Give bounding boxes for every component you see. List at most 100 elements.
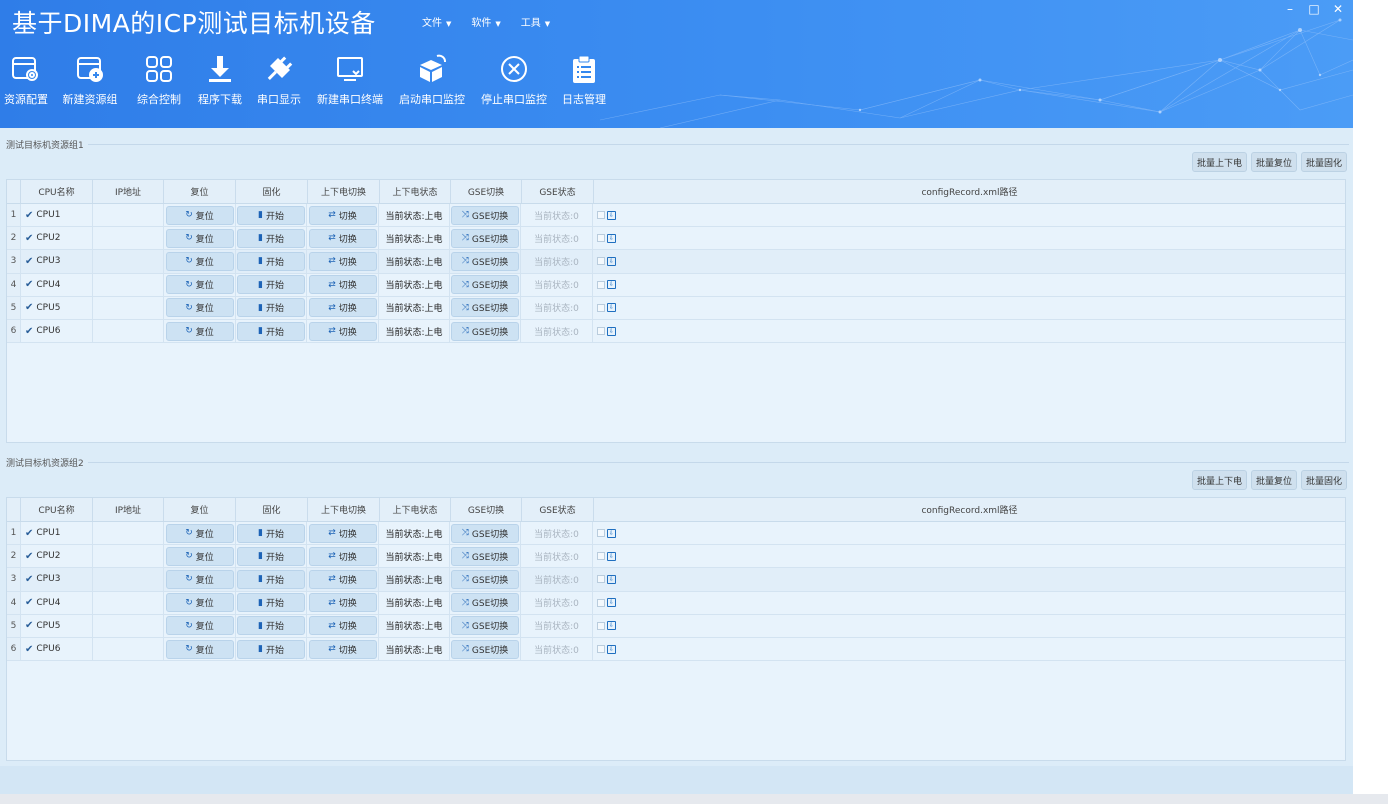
col-reset[interactable]: 复位 [164,498,236,521]
ip-cell[interactable] [93,522,164,545]
browse-file-icon[interactable]: ⇩ [607,528,616,538]
gse-switch-button[interactable]: ⤨ GSE切换 [451,228,519,248]
config-path-cell[interactable]: ⇩ [593,545,1345,567]
config-path-cell[interactable]: ⇩ [593,250,1345,272]
cpu-cell[interactable]: ✔ CPU6 [21,319,93,343]
solidify-button[interactable]: ▮ 开始 [237,523,305,543]
ip-cell[interactable] [93,614,164,637]
path-checkbox[interactable] [597,575,605,584]
ip-cell[interactable] [93,545,164,568]
batch-solidify-button[interactable]: 批量固化 [1300,470,1347,490]
menu-software[interactable]: 软件 ▼ [471,14,500,29]
ip-cell[interactable] [93,296,164,319]
batch-power-button[interactable]: 批量上下电 [1191,152,1247,172]
path-checkbox[interactable] [597,280,605,289]
gse-switch-button[interactable]: ⤨ GSE切换 [451,251,519,271]
power-switch-button[interactable]: ⇄ 切换 [308,228,377,248]
reset-button[interactable]: ↻ 复位 [165,569,234,589]
reset-button[interactable]: ↻ 复位 [165,616,234,636]
solidify-button[interactable]: ▮ 开始 [237,546,305,566]
browse-file-icon[interactable]: ⇩ [607,326,616,336]
config-path-cell[interactable]: ⇩ [593,615,1345,637]
config-path-cell[interactable]: ⇩ [593,568,1345,590]
reset-button[interactable]: ↻ 复位 [165,205,234,225]
gse-switch-button[interactable]: ⤨ GSE切换 [451,298,519,318]
path-checkbox[interactable] [597,327,605,336]
reset-button[interactable]: ↻ 复位 [165,546,234,566]
reset-button[interactable]: ↻ 复位 [165,228,234,248]
cpu-cell[interactable]: ✔ CPU2 [21,227,93,250]
solidify-button[interactable]: ▮ 开始 [237,321,305,341]
browse-file-icon[interactable]: ⇩ [607,303,616,313]
minimize-button[interactable]: – [1283,2,1297,16]
maximize-button[interactable]: □ [1307,2,1321,16]
cpu-cell[interactable]: ✔ CPU5 [21,614,93,637]
config-path-cell[interactable]: ⇩ [593,274,1345,296]
gse-switch-button[interactable]: ⤨ GSE切换 [451,275,519,295]
table-row[interactable]: 6 ✔ CPU6 ↻ 复位 ▮ 开始 ⇄ 切换 当前状态:上电 ⤨ GSE切换 当前状态:… [7,319,1345,344]
col-gse-switch[interactable]: GSE切换 [451,498,522,521]
config-path-cell[interactable]: ⇩ [593,320,1345,342]
browse-file-icon[interactable]: ⇩ [607,644,616,654]
path-checkbox[interactable] [597,303,605,312]
path-checkbox[interactable] [597,211,605,220]
solidify-button[interactable]: ▮ 开始 [237,593,305,613]
col-cpu-name[interactable]: CPU名称 [21,498,93,521]
solidify-button[interactable]: ▮ 开始 [237,639,305,659]
toolbar-log[interactable]: 日志管理 [556,52,612,114]
power-switch-button[interactable]: ⇄ 切换 [308,639,377,659]
table-row[interactable]: 2 ✔ CPU2 ↻ 复位 ▮ 开始 ⇄ 切换 当前状态:上电 ⤨ GSE切换 当前状态:… [7,227,1345,251]
toolbar-control[interactable]: 综合控制 [128,52,190,114]
ip-cell[interactable] [93,319,164,343]
gse-switch-button[interactable]: ⤨ GSE切换 [451,616,519,636]
browse-file-icon[interactable]: ⇩ [607,280,616,290]
path-checkbox[interactable] [597,598,605,607]
batch-solidify-button[interactable]: 批量固化 [1300,152,1347,172]
gse-switch-button[interactable]: ⤨ GSE切换 [451,639,519,659]
power-switch-button[interactable]: ⇄ 切换 [308,251,377,271]
table-row[interactable]: 6 ✔ CPU6 ↻ 复位 ▮ 开始 ⇄ 切换 当前状态:上电 ⤨ GSE切换 当前状态:… [7,637,1345,662]
reset-button[interactable]: ↻ 复位 [165,298,234,318]
col-config-path[interactable]: configRecord.xml路径 [594,498,1345,521]
col-ip[interactable]: IP地址 [93,498,164,521]
table-row[interactable]: 5 ✔ CPU5 ↻ 复位 ▮ 开始 ⇄ 切换 当前状态:上电 ⤨ GSE切换 当前状态:… [7,296,1345,320]
power-switch-button[interactable]: ⇄ 切换 [308,523,377,543]
toolbar-serial-display[interactable]: 串口显示 [250,52,308,114]
col-power-state[interactable]: 上下电状态 [380,180,451,203]
power-switch-button[interactable]: ⇄ 切换 [308,321,377,341]
toolbar-start-monitor[interactable]: 启动串口监控 [392,52,472,114]
toolbar-new-terminal[interactable]: 新建串口终端 [308,52,392,114]
ip-cell[interactable] [93,273,164,296]
col-config-path[interactable]: configRecord.xml路径 [594,180,1345,203]
ip-cell[interactable] [93,637,164,661]
menu-file[interactable]: 文件 ▼ [422,14,451,29]
reset-button[interactable]: ↻ 复位 [165,251,234,271]
config-path-cell[interactable]: ⇩ [593,227,1345,249]
cpu-cell[interactable]: ✔ CPU4 [21,591,93,614]
gse-switch-button[interactable]: ⤨ GSE切换 [451,523,519,543]
toolbar-stop-monitor[interactable]: 停止串口监控 [472,52,556,114]
batch-reset-button[interactable]: 批量复位 [1250,470,1297,490]
col-ip[interactable]: IP地址 [93,180,164,203]
solidify-button[interactable]: ▮ 开始 [237,275,305,295]
reset-button[interactable]: ↻ 复位 [165,321,234,341]
gse-switch-button[interactable]: ⤨ GSE切换 [451,205,519,225]
solidify-button[interactable]: ▮ 开始 [237,251,305,271]
ip-cell[interactable] [93,250,164,273]
cpu-cell[interactable]: ✔ CPU3 [21,250,93,273]
power-switch-button[interactable]: ⇄ 切换 [308,569,377,589]
cpu-cell[interactable]: ✔ CPU6 [21,637,93,661]
config-path-cell[interactable]: ⇩ [593,297,1345,319]
path-checkbox[interactable] [597,552,605,561]
col-reset[interactable]: 复位 [164,180,236,203]
toolbar-download[interactable]: 程序下载 [190,52,250,114]
col-power-state[interactable]: 上下电状态 [380,498,451,521]
solidify-button[interactable]: ▮ 开始 [237,205,305,225]
reset-button[interactable]: ↻ 复位 [165,523,234,543]
config-path-cell[interactable]: ⇩ [593,522,1345,544]
gse-switch-button[interactable]: ⤨ GSE切换 [451,546,519,566]
reset-button[interactable]: ↻ 复位 [165,275,234,295]
power-switch-button[interactable]: ⇄ 切换 [308,593,377,613]
power-switch-button[interactable]: ⇄ 切换 [308,205,377,225]
table-row[interactable]: 3 ✔ CPU3 ↻ 复位 ▮ 开始 ⇄ 切换 当前状态:上电 ⤨ GSE切换 当前状态:… [7,250,1345,274]
